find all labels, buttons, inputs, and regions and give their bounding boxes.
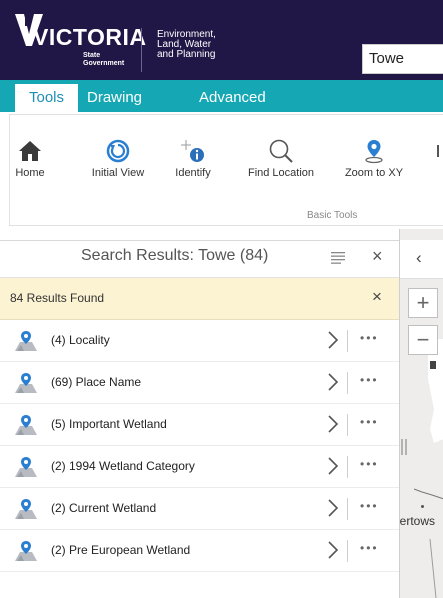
row-separator xyxy=(347,498,348,520)
department-name: Environment, Land, Water and Planning xyxy=(157,30,216,60)
chevron-right-icon[interactable] xyxy=(327,414,339,434)
identify-label: Identify xyxy=(175,167,211,179)
refresh-icon xyxy=(106,139,130,163)
chevron-right-icon[interactable] xyxy=(327,540,339,560)
result-label: (5) Important Wetland xyxy=(51,417,167,431)
more-tool-partial[interactable] xyxy=(434,137,443,165)
collapse-panel-icon[interactable]: ‹ xyxy=(416,248,422,268)
more-options-icon[interactable]: ••• xyxy=(360,415,379,429)
result-row[interactable]: (5) Important Wetland ••• xyxy=(0,404,399,446)
map-layer-icon xyxy=(15,415,37,435)
initial-view-label: Initial View xyxy=(91,167,145,179)
search-icon xyxy=(269,139,293,163)
search-input[interactable] xyxy=(363,45,443,71)
initial-view-button[interactable]: Initial View xyxy=(84,137,152,179)
zoom-out-button[interactable]: − xyxy=(408,325,438,355)
result-row[interactable]: (69) Place Name ••• xyxy=(0,362,399,404)
ribbon: Home Initial View Identify Find Location… xyxy=(0,112,443,229)
map-collapse-bar: ‹ xyxy=(400,240,443,279)
map-layer-icon xyxy=(15,331,37,351)
basic-tools-label: Basic Tools xyxy=(307,210,358,221)
zoom-to-xy-label: Zoom to XY xyxy=(344,167,404,179)
row-separator xyxy=(347,540,348,562)
more-options-icon[interactable]: ••• xyxy=(360,457,379,471)
result-label: (4) Locality xyxy=(51,333,110,347)
logo-sub-government: Government xyxy=(83,60,125,67)
logo-text: VICTORIA xyxy=(33,24,147,50)
identify-button[interactable]: Identify xyxy=(168,137,218,179)
search-box[interactable] xyxy=(362,44,443,74)
department-line-3: and Planning xyxy=(157,49,216,60)
more-options-icon[interactable]: ••• xyxy=(360,373,379,387)
menu-icon[interactable] xyxy=(331,252,345,264)
tab-advanced[interactable]: Advanced xyxy=(185,84,280,112)
result-label: (2) Pre European Wetland xyxy=(51,543,191,557)
chevron-right-icon[interactable] xyxy=(327,456,339,476)
partial-tool-icon xyxy=(437,145,439,157)
map-pin-icon xyxy=(365,140,383,164)
result-row[interactable]: (4) Locality ••• xyxy=(0,320,399,362)
row-separator xyxy=(347,330,348,352)
find-location-label: Find Location xyxy=(247,167,315,179)
result-label: (2) 1994 Wetland Category xyxy=(51,459,195,473)
close-panel-icon[interactable]: × xyxy=(372,246,383,267)
map-town-label: lertows xyxy=(399,514,436,528)
result-row[interactable]: (2) 1994 Wetland Category ••• xyxy=(0,446,399,488)
results-panel-title: Search Results: Towe (84) xyxy=(81,247,269,264)
chevron-right-icon[interactable] xyxy=(327,330,339,350)
home-icon xyxy=(19,141,41,161)
zoom-in-button[interactable]: + xyxy=(408,288,438,318)
chevron-right-icon[interactable] xyxy=(327,372,339,392)
tab-tools[interactable]: Tools xyxy=(15,84,79,112)
dismiss-found-icon[interactable]: × xyxy=(372,287,382,307)
result-label: (69) Place Name xyxy=(51,375,142,389)
result-label: (2) Current Wetland xyxy=(51,501,157,515)
more-options-icon[interactable]: ••• xyxy=(360,541,379,555)
row-separator xyxy=(347,456,348,478)
result-row[interactable]: (2) Current Wetland ••• xyxy=(0,488,399,530)
row-separator xyxy=(347,372,348,394)
home-button[interactable]: Home xyxy=(6,137,54,179)
results-panel-header: Search Results: Towe (84) × xyxy=(0,240,399,278)
find-location-button[interactable]: Find Location xyxy=(239,137,323,179)
tab-bar: Tools Drawing Advanced xyxy=(0,80,443,112)
map-view[interactable]: ‹ + − lertows xyxy=(399,229,443,598)
town-marker xyxy=(421,505,424,508)
identify-icon xyxy=(181,140,204,162)
more-options-icon[interactable]: ••• xyxy=(360,499,379,513)
map-layer-icon xyxy=(15,457,37,477)
result-row[interactable]: (2) Pre European Wetland ••• xyxy=(0,530,399,572)
victoria-logo: VICTORIA State Government xyxy=(15,14,147,76)
map-layer-icon xyxy=(15,541,37,561)
map-layer-icon xyxy=(15,373,37,393)
basic-tools-group: Home Initial View Identify Find Location… xyxy=(9,114,443,226)
results-found-bar: 84 Results Found × xyxy=(0,278,399,320)
chevron-right-icon[interactable] xyxy=(327,498,339,518)
header-divider xyxy=(141,28,142,72)
zoom-to-xy-button[interactable]: Zoom to XY xyxy=(340,137,408,179)
tab-drawing[interactable]: Drawing xyxy=(73,84,156,112)
map-layer-icon xyxy=(15,499,37,519)
more-options-icon[interactable]: ••• xyxy=(360,331,379,345)
results-found-text: 84 Results Found xyxy=(10,291,105,305)
row-separator xyxy=(347,414,348,436)
map-features xyxy=(401,339,443,598)
home-label: Home xyxy=(15,167,45,179)
logo-sub-state: State xyxy=(83,52,101,59)
app-header: VICTORIA State Government Environment, L… xyxy=(0,0,443,80)
